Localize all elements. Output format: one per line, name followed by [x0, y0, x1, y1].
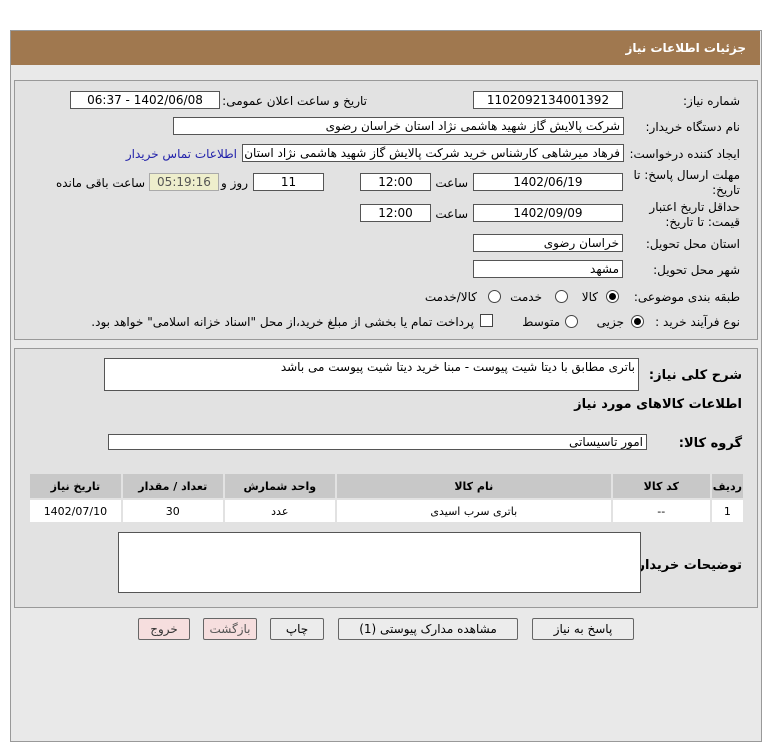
buyer-label: نام دستگاه خریدار: [645, 120, 741, 134]
col-date: تاریخ نیاز [30, 474, 121, 498]
view-attachments-button[interactable]: مشاهده مدارک پیوستی (1) [338, 618, 518, 640]
buyer-notes-field [118, 532, 641, 593]
process-label: نوع فرآیند خرید : [655, 315, 740, 329]
treasury-payment-checkbox[interactable] [480, 314, 493, 327]
group-field: امور تاسیساتی [108, 434, 647, 450]
cell-code: -- [612, 500, 710, 522]
buyer-notes-label: توضیحات خریدار: [632, 558, 742, 573]
description-label: شرح کلی نیاز: [648, 368, 742, 383]
col-unit: واحد شمارش [224, 474, 335, 498]
table-row: 1 -- باتری سرب اسیدی عدد 30 1402/07/10 [30, 500, 743, 522]
page-title: جزئیات اطلاعات نیاز [625, 41, 746, 55]
col-name: نام کالا [336, 474, 611, 498]
deadline-time-label: ساعت [435, 176, 468, 190]
province-label: استان محل تحویل: [645, 237, 740, 251]
creator-field: فرهاد میرشاهی کارشناس خرید شرکت پالایش گ… [242, 144, 624, 162]
cell-row: 1 [711, 500, 743, 522]
city-label: شهر محل تحویل: [653, 263, 740, 277]
col-row: ردیف [711, 474, 743, 498]
deadline-time-field: 12:00 [360, 173, 431, 191]
cell-unit: عدد [224, 500, 335, 522]
cell-date: 1402/07/10 [30, 500, 121, 522]
print-button[interactable]: چاپ [270, 618, 324, 640]
announce-field: 1402/06/08 - 06:37 [70, 91, 220, 109]
category-radio-service[interactable] [555, 290, 568, 303]
table-header-row: ردیف کد کالا نام کالا واحد شمارش تعداد /… [30, 474, 743, 498]
process-radio-minor[interactable] [631, 315, 644, 328]
contact-buyer-link[interactable]: اطلاعات تماس خریدار [126, 147, 237, 161]
category-radio-goods[interactable] [606, 290, 619, 303]
province-field: خراسان رضوی [473, 234, 623, 252]
category-option-both: کالا/خدمت [424, 290, 477, 304]
deadline-label: مهلت ارسال پاسخ: تا تاریخ: [633, 168, 740, 197]
items-table: ردیف کد کالا نام کالا واحد شمارش تعداد /… [28, 472, 745, 524]
category-label: طبقه بندی موضوعی: [633, 290, 740, 304]
remaining-time-field: 05:19:16 [149, 173, 219, 191]
city-field: مشهد [473, 260, 623, 278]
reply-button[interactable]: پاسخ به نیاز [532, 618, 634, 640]
cell-qty: 30 [122, 500, 223, 522]
process-radio-medium[interactable] [565, 315, 578, 328]
treasury-payment-text: پرداخت تمام یا بخشی از مبلغ خرید،از محل … [91, 315, 474, 329]
items-title: اطلاعات کالاهای مورد نیاز [574, 397, 742, 412]
validity-time-label: ساعت [435, 207, 468, 221]
announce-label: تاریخ و ساعت اعلان عمومی: [222, 94, 367, 108]
buyer-field: شرکت پالایش گاز شهید هاشمی نژاد استان خر… [173, 117, 624, 135]
need-number-label: شماره نیاز: [683, 94, 740, 108]
category-option-goods: کالا [581, 290, 598, 304]
page-header: جزئیات اطلاعات نیاز [11, 31, 760, 65]
category-option-service: خدمت [510, 290, 542, 304]
exit-button[interactable]: خروج [138, 618, 190, 640]
creator-label: ایجاد کننده درخواست: [629, 147, 740, 161]
need-number-field: 1102092134001392 [473, 91, 623, 109]
validity-date-field: 1402/09/09 [473, 204, 623, 222]
deadline-date-field: 1402/06/19 [473, 173, 623, 191]
days-label: روز و [221, 176, 248, 190]
remaining-label: ساعت باقی مانده [55, 176, 145, 190]
validity-label: حداقل تاریخ اعتبار قیمت: تا تاریخ: [649, 200, 740, 229]
cell-name: باتری سرب اسیدی [336, 500, 611, 522]
days-field: 11 [253, 173, 324, 191]
col-code: کد کالا [612, 474, 710, 498]
category-radio-both[interactable] [488, 290, 501, 303]
col-qty: تعداد / مقدار [122, 474, 223, 498]
back-button[interactable]: بازگشت [203, 618, 257, 640]
description-field: باتری مطابق با دیتا شیت پیوست - مبنا خری… [104, 358, 639, 391]
process-option-minor: جزیی [596, 315, 624, 329]
group-label: گروه کالا: [678, 436, 742, 451]
validity-time-field: 12:00 [360, 204, 431, 222]
process-option-medium: متوسط [522, 315, 560, 329]
